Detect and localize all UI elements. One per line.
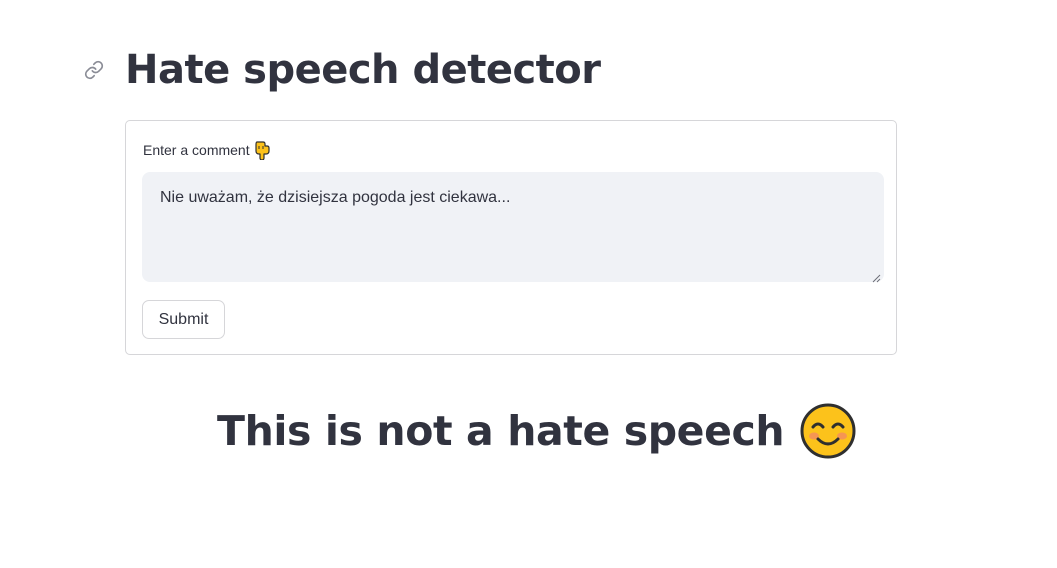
result-row: This is not a hate speech (217, 400, 856, 462)
app-page: Hate speech detector Enter a comment Nie… (0, 0, 1057, 568)
comment-form: Enter a comment Nie uważam, że dzisiejsz… (125, 120, 897, 355)
result-text: This is not a hate speech (217, 407, 785, 455)
submit-button[interactable]: Submit (142, 300, 225, 339)
comment-label: Enter a comment (143, 142, 250, 158)
link-icon[interactable] (82, 58, 106, 82)
comment-textarea-value[interactable]: Nie uważam, że dzisiejsza pogoda jest ci… (160, 189, 510, 207)
comment-label-row: Enter a comment (143, 140, 270, 160)
pointing-down-hand-icon (254, 140, 270, 160)
title-row: Hate speech detector (82, 42, 601, 98)
resize-handle-icon[interactable] (872, 270, 881, 283)
comment-textarea[interactable]: Nie uważam, że dzisiejsza pogoda jest ci… (142, 172, 884, 283)
page-title: Hate speech detector (125, 47, 601, 93)
smiling-face-icon (800, 403, 856, 459)
